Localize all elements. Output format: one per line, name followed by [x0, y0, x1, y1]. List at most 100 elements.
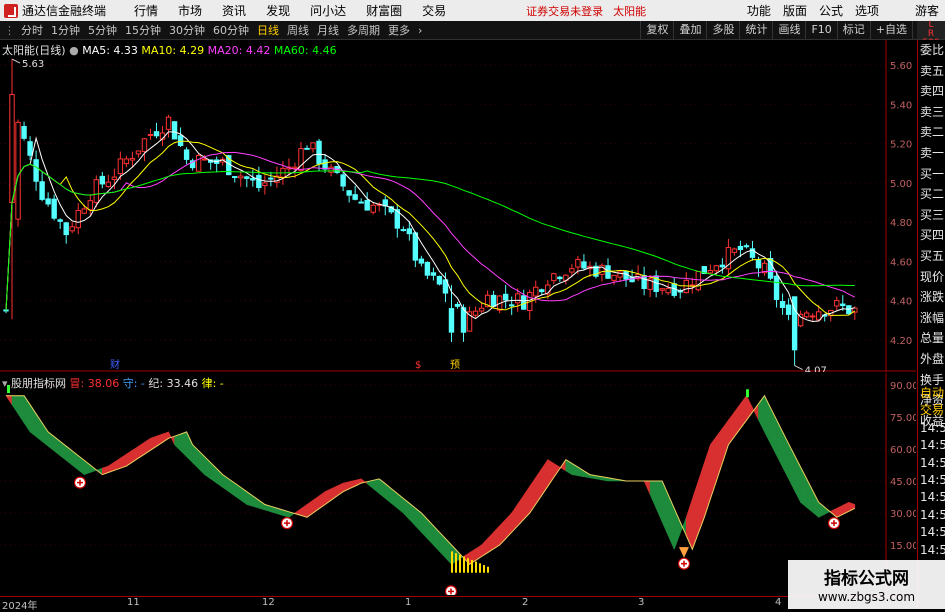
candle-body — [515, 293, 521, 304]
candle-body — [533, 286, 539, 297]
candle-body — [418, 258, 425, 264]
draw-line-button[interactable]: 画线 — [772, 21, 805, 39]
candle-body — [809, 315, 816, 318]
menu-discover[interactable]: 发现 — [266, 2, 290, 19]
event-tag[interactable]: $ — [415, 360, 421, 371]
quote-field-label[interactable]: 委比 — [918, 40, 945, 61]
guest-user[interactable]: 游客 — [915, 2, 939, 19]
quote-field-label[interactable]: 现价 — [918, 267, 945, 288]
candle-body — [21, 126, 27, 139]
quote-field-label[interactable]: 总量 — [918, 328, 945, 349]
settings-dot-icon[interactable]: ● — [69, 44, 79, 57]
period-timeshare[interactable]: 分时 — [21, 22, 43, 38]
menu-wealth[interactable]: 财富圈 — [366, 2, 402, 19]
candle-body — [424, 261, 431, 276]
quote-field-label[interactable]: 涨跌 — [918, 287, 945, 308]
indicator-tick: 30.00 — [890, 509, 916, 520]
candle-body — [364, 199, 370, 211]
candle-body — [569, 268, 575, 273]
quote-field-label[interactable]: 卖四 — [918, 81, 945, 102]
ma60-label: MA60: 4.46 — [273, 44, 337, 57]
menu-market[interactable]: 市场 — [178, 2, 202, 19]
buy-signal-icon[interactable] — [444, 585, 458, 598]
quote-field-label[interactable]: 卖三 — [918, 102, 945, 123]
quote-field-label[interactable]: 买五 — [918, 246, 945, 267]
login-status[interactable]: 证券交易未登录 — [526, 3, 603, 19]
overlay-button[interactable]: 叠加 — [673, 21, 706, 39]
lr-toggle[interactable]: LR500 — [917, 21, 945, 48]
buy-signal-icon[interactable] — [280, 517, 294, 530]
chevron-right-icon[interactable]: › — [418, 24, 422, 37]
menu-layout[interactable]: 版面 — [783, 2, 807, 19]
quote-field-label[interactable]: 买一 — [918, 164, 945, 185]
buy-signal-icon[interactable] — [827, 517, 841, 530]
period-60min[interactable]: 60分钟 — [213, 22, 249, 38]
quote-field-label[interactable]: 买四 — [918, 225, 945, 246]
quote-field-label[interactable]: 外盘 — [918, 349, 945, 370]
candle-body — [743, 245, 750, 248]
candle-body — [250, 177, 256, 181]
auto-trade-label[interactable]: 交易 — [918, 402, 945, 419]
period-30min[interactable]: 30分钟 — [169, 22, 205, 38]
indicator-band-segment — [372, 478, 380, 495]
candle-body — [262, 182, 268, 187]
kline-canvas[interactable]: 5.60 5.40 5.20 5.00 4.80 4.60 4.40 4.20 5.63 4.07… — [0, 40, 916, 377]
indicator-band-segment — [697, 462, 705, 534]
indicator-chart[interactable]: 90.00 75.00 60.00 45.00 30.00 15.00 ▾ 股朋指标网 冒… — [0, 373, 919, 598]
f10-button[interactable]: F10 — [805, 21, 836, 39]
candle-body — [322, 159, 328, 170]
quote-field-label[interactable]: 买三 — [918, 205, 945, 226]
discipline-value: 纪: 33.46 — [148, 377, 199, 390]
candle-body — [773, 275, 780, 301]
candle-body — [183, 149, 190, 160]
quote-field-label[interactable]: 卖一 — [918, 143, 945, 164]
price-tick: 5.20 — [890, 140, 912, 151]
period-1min[interactable]: 1分钟 — [51, 22, 80, 38]
candle-body — [201, 158, 208, 161]
sub-legend: ▾ 股朋指标网 冒: 38.06 守: - 纪: 33.46 律: - — [2, 375, 224, 391]
quote-field-label[interactable]: 买二 — [918, 184, 945, 205]
period-5min[interactable]: 5分钟 — [88, 22, 117, 38]
menu-quotes[interactable]: 行情 — [134, 2, 158, 19]
period-weekly[interactable]: 周线 — [287, 22, 309, 38]
indicator-band-segment — [704, 444, 711, 518]
menu-news[interactable]: 资讯 — [222, 2, 246, 19]
period-more[interactable]: 更多 — [388, 22, 410, 38]
mark-button[interactable]: 标记 — [836, 21, 870, 39]
indicator-settings-icon[interactable]: ▾ — [2, 377, 8, 390]
period-15min[interactable]: 15分钟 — [125, 22, 161, 38]
indicator-band-segment — [403, 497, 410, 521]
quote-field-label[interactable]: 卖二 — [918, 122, 945, 143]
menu-formula[interactable]: 公式 — [819, 2, 843, 19]
menu-function[interactable]: 功能 — [747, 2, 771, 19]
restore-rights-button[interactable]: 复权 — [640, 21, 673, 39]
multi-stock-button[interactable]: 多股 — [706, 21, 739, 39]
candle-body — [695, 270, 701, 291]
buy-signal-icon[interactable] — [677, 557, 691, 570]
period-monthly[interactable]: 月线 — [317, 22, 339, 38]
quote-field-label[interactable]: 卖五 — [918, 61, 945, 82]
candle-body — [177, 135, 184, 147]
event-tag[interactable]: 预 — [450, 359, 460, 371]
quote-field-label[interactable]: 涨幅 — [918, 308, 945, 329]
menu-trade[interactable]: 交易 — [422, 2, 446, 19]
add-watchlist-button[interactable]: +自选 — [869, 21, 912, 39]
indicator-band-segment — [643, 480, 651, 495]
grip-icon[interactable]: ⋮ — [4, 24, 15, 37]
high-price-label: 5.63 — [22, 59, 44, 70]
candle-body — [478, 307, 485, 312]
indicator-canvas[interactable]: 90.00 75.00 60.00 45.00 30.00 15.00 — [0, 373, 919, 598]
candle-body — [292, 166, 298, 169]
kline-chart[interactable]: 5.60 5.40 5.20 5.00 4.80 4.60 4.40 4.20 5.63 4.07… — [0, 40, 916, 377]
event-tag[interactable]: 财 — [110, 358, 120, 371]
statistics-button[interactable]: 统计 — [739, 21, 772, 39]
app-logo-icon — [4, 3, 18, 18]
candle-body — [63, 222, 69, 236]
menu-ask[interactable]: 问小达 — [310, 2, 346, 19]
period-multi[interactable]: 多周期 — [347, 22, 380, 38]
menu-options[interactable]: 选项 — [855, 2, 879, 19]
auto-trade-label[interactable]: 自动 — [918, 385, 945, 402]
period-daily[interactable]: 日线 — [257, 22, 279, 38]
candle-body — [502, 293, 509, 301]
buy-signal-icon[interactable] — [73, 476, 87, 489]
